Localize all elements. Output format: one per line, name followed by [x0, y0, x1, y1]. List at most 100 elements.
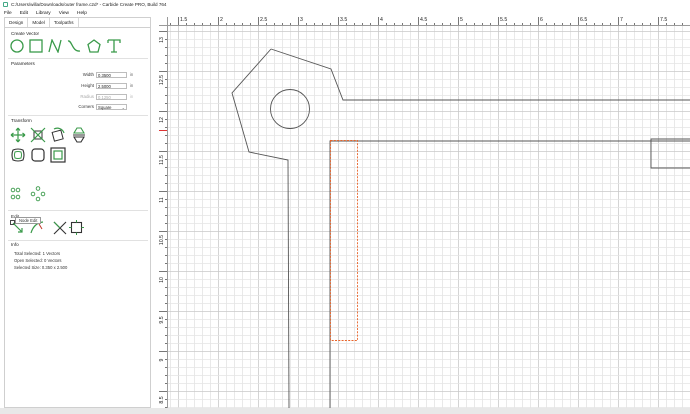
width-label: Width — [82, 72, 94, 77]
canvas-drawing[interactable] — [168, 26, 690, 408]
ruler-tick — [165, 55, 167, 56]
ruler-tick — [522, 23, 523, 25]
ruler-left-label: 10 — [159, 277, 165, 283]
ruler-tick — [290, 23, 291, 25]
ruler-tick — [159, 271, 167, 272]
ruler-tick — [506, 23, 507, 25]
ruler-tick — [165, 375, 167, 376]
ruler-tick — [165, 239, 167, 240]
tab-design[interactable]: Design — [5, 18, 29, 27]
ruler-top-label: 7.5 — [660, 17, 668, 23]
ruler-tick — [165, 279, 167, 280]
ruler-tick — [165, 159, 167, 160]
ruler-top-label: 4 — [380, 17, 383, 23]
selected-rectangle[interactable] — [330, 140, 358, 341]
ruler-tick — [165, 127, 167, 128]
ruler-top-label: 1.5 — [180, 17, 188, 23]
polyline-icon[interactable] — [48, 39, 62, 53]
ruler-tick — [618, 17, 619, 25]
ruler-tick — [165, 167, 167, 168]
frame-outline-top[interactable] — [270, 48, 690, 101]
ruler-tick — [450, 23, 451, 25]
ruler-tick — [554, 23, 555, 25]
offset-icon[interactable] — [10, 147, 26, 163]
move-icon[interactable] — [10, 127, 26, 143]
menu-library[interactable]: Library — [36, 11, 51, 16]
ruler-tick — [165, 175, 167, 176]
align-icon[interactable] — [50, 147, 66, 163]
curve-icon[interactable] — [67, 39, 81, 53]
ruler-left-label: 11 — [159, 197, 165, 203]
ruler-tick — [578, 17, 579, 25]
ruler-tick — [234, 23, 235, 25]
ruler-tick — [474, 23, 475, 25]
design-canvas[interactable] — [168, 26, 690, 408]
ruler-tick — [165, 135, 167, 136]
section-transform: Transform — [11, 118, 32, 123]
polygon-icon[interactable] — [87, 39, 101, 53]
radius-field[interactable]: 0.1250 — [96, 93, 127, 100]
ruler-top-label: 2 — [220, 17, 223, 23]
window-title: C:/Users/willa/Downloads/outer frame.c2d… — [11, 2, 167, 7]
ruler-tick — [165, 255, 167, 256]
boundary-icon[interactable] — [69, 220, 84, 235]
rectangle-icon[interactable] — [29, 39, 43, 53]
ruler-tick — [418, 17, 419, 25]
ruler-tick — [194, 23, 195, 25]
mirror-icon[interactable] — [71, 127, 87, 143]
ruler-tick — [165, 215, 167, 216]
width-unit: in — [130, 72, 134, 77]
ruler-tick — [165, 87, 167, 88]
boolean-icon[interactable] — [30, 147, 46, 163]
ruler-tick — [434, 23, 435, 25]
circle-icon[interactable] — [10, 39, 24, 53]
ruler-tick — [159, 231, 167, 232]
frame-outline-left[interactable] — [231, 48, 290, 408]
ruler-tick — [165, 367, 167, 368]
bottom-scrollbar[interactable] — [0, 408, 690, 414]
corners-select[interactable]: Square ⌄ — [96, 103, 127, 110]
tab-toolpaths[interactable]: Toolpaths — [50, 18, 79, 27]
ruler-left-label: 13 — [159, 37, 165, 43]
section-divider — [8, 115, 148, 116]
left-panel: Design Model Toolpaths Create Vector Par… — [4, 17, 151, 408]
ruler-tick — [490, 23, 491, 25]
join-icon[interactable] — [53, 221, 67, 235]
ruler-tick — [266, 23, 267, 25]
ruler-tick — [650, 23, 651, 25]
ruler-left-label: 8.5 — [159, 396, 165, 404]
ruler-tick — [346, 23, 347, 25]
ruler-tick — [442, 23, 443, 25]
menu-file[interactable]: File — [4, 11, 12, 16]
text-icon[interactable] — [107, 39, 121, 53]
menu-help[interactable]: Help — [77, 11, 87, 16]
scale-icon[interactable] — [30, 127, 46, 143]
height-field[interactable]: 2.5000 — [96, 82, 127, 89]
info-total-selected: Total Selected: 1 Vectors — [14, 251, 61, 256]
array-icon[interactable] — [10, 186, 26, 202]
rotate-icon[interactable] — [50, 127, 66, 143]
ruler-tick — [170, 23, 171, 25]
ruler-tick — [159, 311, 167, 312]
ruler-tick — [165, 39, 167, 40]
ruler-tick — [602, 23, 603, 25]
menu-edit[interactable]: Edit — [20, 11, 28, 16]
inner-frame-edge[interactable] — [329, 140, 690, 408]
ruler-tick — [165, 183, 167, 184]
ruler-tick — [666, 23, 667, 25]
ruler-tick — [378, 17, 379, 25]
radius-label: Radius — [80, 94, 94, 99]
circle-array-icon[interactable] — [30, 186, 46, 202]
ruler-tick — [354, 23, 355, 25]
ruler-tick — [165, 207, 167, 208]
ruler-tick — [586, 23, 587, 25]
app-icon — [3, 2, 8, 7]
ruler-tick — [159, 71, 167, 72]
width-field[interactable]: 0.3500 — [96, 71, 127, 78]
ruler-tick — [570, 23, 571, 25]
ruler-tick — [426, 23, 427, 25]
corners-row: Corners Square ⌄ — [65, 103, 151, 110]
tab-model[interactable]: Model — [28, 18, 50, 27]
ruler-tick — [594, 23, 595, 25]
menu-view[interactable]: View — [59, 11, 69, 16]
